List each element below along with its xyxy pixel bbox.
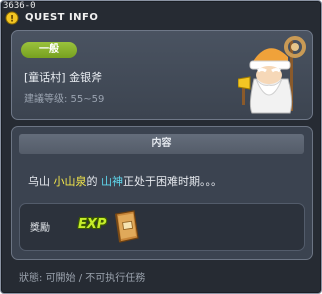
quest-icon: !	[5, 10, 19, 25]
reward-box: 獎勵 EXP	[19, 203, 305, 251]
quest-content-panel: 内容 乌山 小山泉的 山神正处于困难时期。。。 獎勵 EXP	[11, 126, 313, 260]
description-part: 乌山	[28, 175, 54, 188]
quest-type-badge: 一般	[21, 42, 77, 58]
reward-label: 獎勵	[30, 223, 50, 234]
quest-status: 狀態: 可開始 / 不可执行任務	[19, 273, 146, 284]
quest-info-window: 3636-0 ! QUEST INFO 一般 [童话村] 金银斧 建議等级: 5…	[0, 0, 322, 294]
mountain-god-npc-portrait	[237, 35, 308, 115]
npc-highlight: 山神	[101, 175, 123, 188]
quest-header-panel: 一般 [童话村] 金银斧 建議等级: 55~59	[11, 30, 313, 120]
book-icon[interactable]	[112, 210, 140, 244]
exp-reward-icon[interactable]: EXP	[78, 217, 106, 232]
content-header: 内容	[19, 134, 304, 154]
window-title: QUEST INFO	[25, 11, 99, 23]
description-part: 正处于困难时期。。。	[123, 175, 222, 188]
svg-text:!: !	[10, 15, 14, 25]
location-highlight: 小山泉	[53, 175, 87, 188]
recommended-level: 建議等级: 55~59	[24, 94, 105, 105]
quest-title: [童话村] 金银斧	[24, 71, 103, 84]
description-part: 的	[86, 175, 101, 188]
title-bar[interactable]: ! QUEST INFO	[5, 9, 98, 25]
quest-description: 乌山 小山泉的 山神正处于困难时期。。。	[28, 173, 222, 189]
